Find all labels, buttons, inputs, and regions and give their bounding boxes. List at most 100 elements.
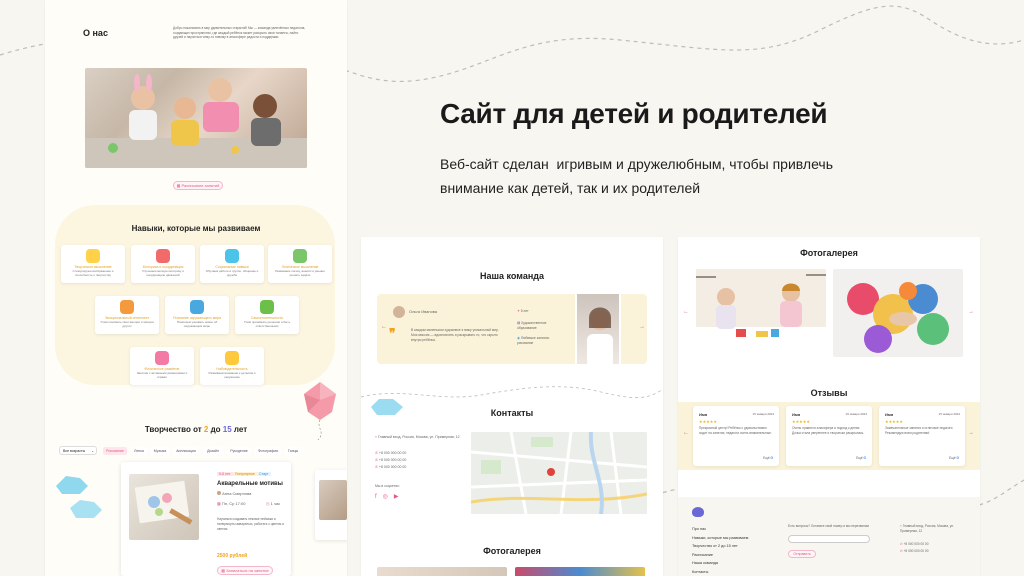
member-fact: ▤ Художественное образование bbox=[517, 321, 547, 330]
read-more-link[interactable]: Ещё G bbox=[763, 456, 773, 461]
about-text: Добро пожаловать в мир удивительных откр… bbox=[173, 26, 306, 39]
review-card: Имя 15 января 2024 ★★★★★ Очень нравится … bbox=[786, 406, 872, 466]
arrow-right-icon[interactable]: → bbox=[639, 324, 645, 330]
reviewer-name: Имя bbox=[699, 412, 708, 417]
kids-crafting-illustration bbox=[696, 269, 826, 357]
quote-icon: ❞ bbox=[389, 326, 396, 340]
contact-phone: ✆ +8 000 000 00 00 bbox=[375, 465, 407, 469]
hero-subtitle-line2: внимание как детей, так и их родителей bbox=[440, 180, 701, 196]
footer-link[interactable]: Творчество от 2 до 15 лет bbox=[692, 542, 748, 551]
member-quote: В каждом маленьком художнике я вижу уник… bbox=[411, 328, 499, 342]
tag-dance[interactable]: Танцы bbox=[285, 447, 301, 455]
footer-phone: ✆ +8 000 000 00 00 bbox=[900, 549, 929, 553]
contacts-title: Контакты bbox=[490, 408, 534, 418]
youtube-icon[interactable]: ▶ bbox=[394, 494, 405, 500]
landing-page-preview: О нас Добро пожаловать в мир удивительны… bbox=[45, 0, 347, 576]
course-price: 2500 рублей bbox=[217, 553, 248, 559]
footer-phone: ✆ +8 000 000 00 00 bbox=[900, 542, 929, 546]
instagram-icon[interactable]: ◎ bbox=[383, 494, 394, 500]
category-tags: Рисование Лепка Музыка Аппликация Дизайн… bbox=[103, 447, 343, 455]
schedule-button[interactable]: ▦ Расписание занятий bbox=[173, 181, 223, 190]
gallery-photo bbox=[833, 269, 963, 357]
course-card: 5-8 лет Популярное Старт Акварельные мот… bbox=[121, 462, 291, 576]
read-more-link[interactable]: Ещё G bbox=[856, 456, 866, 461]
phone-icon: ✆ bbox=[375, 451, 378, 455]
course-title: Акварельные мотивы bbox=[217, 481, 283, 487]
rating-stars: ★★★★★ bbox=[885, 419, 903, 424]
creativity-title: Творчество от 2 до 15 лет bbox=[144, 425, 248, 434]
review-date: 15 января 2024 bbox=[752, 412, 774, 416]
course-schedule: ▦ Пн, Ср 17:00 bbox=[217, 501, 246, 506]
team-contacts-preview: Наша команда ← → Ольга Иванова ❞ В каждо… bbox=[361, 237, 663, 576]
skill-card: Эмоциональный интеллект Учим понимать сво… bbox=[95, 296, 159, 334]
watercolor-illustration bbox=[134, 480, 193, 525]
member-fact: ◉ Любимые занятия: рисование bbox=[517, 336, 550, 345]
course-description: Научимся создавать нежные пейзажи и натю… bbox=[217, 517, 284, 531]
hero-title: Сайт для детей и родителей bbox=[440, 98, 828, 129]
footer-link[interactable]: Расписание bbox=[692, 551, 748, 560]
facebook-icon[interactable]: f bbox=[375, 494, 383, 500]
social-icons: f◎▶ bbox=[375, 493, 405, 500]
clock-icon: ◷ bbox=[266, 501, 270, 506]
course-photo bbox=[129, 474, 199, 540]
tag-applique[interactable]: Аппликация bbox=[173, 447, 199, 455]
map[interactable] bbox=[471, 432, 647, 514]
footer-link[interactable]: Про нас bbox=[692, 525, 748, 534]
contact-phone: ✆ +8 000 000 00 00 bbox=[375, 451, 407, 455]
footer-address: ⌖ Главный вход, Россия, Москва, ул. Прим… bbox=[900, 524, 955, 533]
enroll-button[interactable]: ▦ Записаться на занятие bbox=[217, 566, 273, 575]
course-photo bbox=[319, 480, 347, 520]
skill-card: Творческое мышление Стимулируем воображен… bbox=[61, 245, 125, 283]
tag-drawing[interactable]: Рисование bbox=[103, 447, 127, 455]
submit-button[interactable]: Отправить bbox=[788, 550, 816, 558]
location-icon: ⌖ bbox=[900, 524, 902, 528]
tag-photo[interactable]: Фотография bbox=[255, 447, 281, 455]
skill-card: Наблюдательность Развиваем внимание к дет… bbox=[200, 347, 264, 385]
map-illustration bbox=[471, 432, 647, 514]
palette-icon: ◉ bbox=[517, 336, 520, 340]
globe-icon bbox=[190, 300, 204, 314]
book-icon: ▤ bbox=[517, 321, 521, 325]
arrow-right-icon[interactable]: → bbox=[968, 430, 974, 436]
footer-link[interactable]: Контакты bbox=[692, 568, 748, 576]
arrow-left-icon[interactable]: ← bbox=[683, 309, 689, 315]
arrow-left-icon[interactable]: ← bbox=[381, 324, 387, 330]
footer-links: Про нас Навыки, которые мы развиваем Тво… bbox=[692, 525, 748, 576]
member-photo bbox=[575, 292, 621, 366]
about-photo bbox=[85, 68, 307, 168]
about-title: О нас bbox=[83, 28, 108, 38]
arrow-right-icon[interactable]: → bbox=[968, 309, 974, 315]
age-select[interactable]: Все возрасты ⌄ bbox=[59, 446, 97, 455]
skill-card: Логическое мышление Развиваем логику, ана… bbox=[268, 245, 332, 283]
skill-card: Моторика и координация Улучшаем мелкую мо… bbox=[131, 245, 195, 283]
apple-icon bbox=[260, 300, 274, 314]
phone-icon: ✆ bbox=[900, 549, 903, 553]
popsicle-icon bbox=[155, 351, 169, 365]
avatar bbox=[393, 306, 405, 318]
course-duration: ◷ 1 час bbox=[266, 501, 281, 506]
tag-modeling[interactable]: Лепка bbox=[131, 447, 147, 455]
tag-handicraft[interactable]: Рукоделие bbox=[227, 447, 251, 455]
cherry-icon bbox=[156, 249, 170, 263]
footer-link[interactable]: Наша команда bbox=[692, 559, 748, 568]
cloud-decoration bbox=[56, 476, 102, 518]
phone-input[interactable] bbox=[788, 535, 870, 543]
footer: Про нас Навыки, которые мы развиваем Тво… bbox=[678, 497, 980, 576]
footer-link[interactable]: Навыки, которые мы развиваем bbox=[692, 534, 748, 543]
tag-design[interactable]: Дизайн bbox=[203, 447, 223, 455]
contact-phone: ✆ +8 000 000 00 00 bbox=[375, 458, 407, 462]
arrow-left-icon[interactable]: ← bbox=[683, 430, 689, 436]
review-date: 15 января 2024 bbox=[938, 412, 960, 416]
reviewer-name: Имя bbox=[792, 412, 801, 417]
plant-icon bbox=[293, 249, 307, 263]
logo bbox=[692, 507, 704, 517]
read-more-link[interactable]: Ещё G bbox=[949, 456, 959, 461]
review-card: Имя 15 января 2024 ★★★★★ Замечательные з… bbox=[879, 406, 965, 466]
google-icon: G bbox=[863, 456, 866, 460]
hero-subtitle-line1: Веб-сайт сделан игривым и дружелюбным, ч… bbox=[440, 156, 833, 172]
skill-card: Самостоятельность Учим принимать решения … bbox=[235, 296, 299, 334]
teacher-illustration bbox=[587, 307, 613, 364]
member-name: Ольга Иванова bbox=[409, 309, 438, 314]
contact-address: ⌖ Главный вход, Россия, Москва, ул. Прим… bbox=[375, 435, 460, 439]
tag-music[interactable]: Музыка bbox=[151, 447, 169, 455]
